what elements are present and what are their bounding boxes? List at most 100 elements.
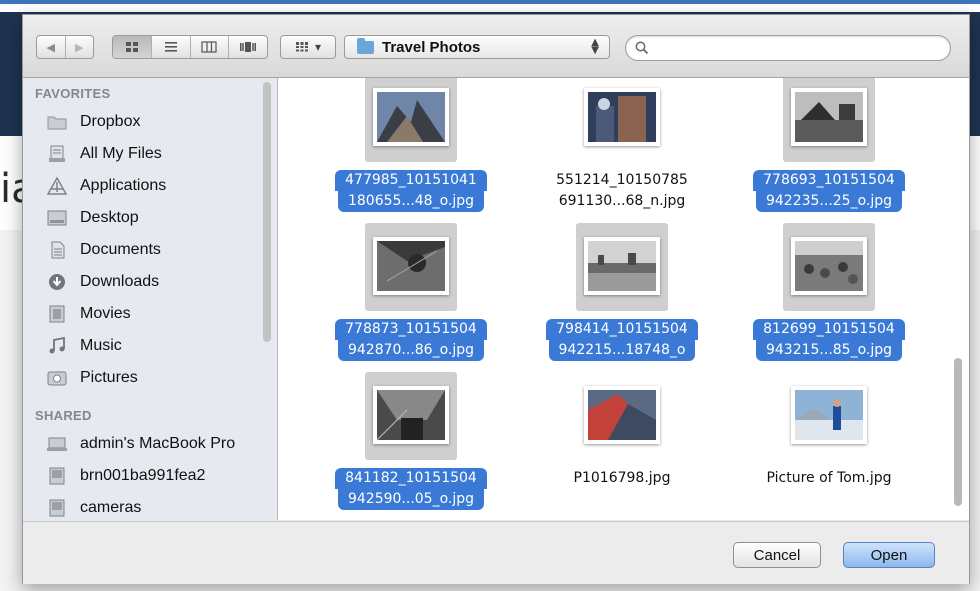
sidebar-item-desktop[interactable]: Desktop — [47, 204, 275, 232]
file-name-line: Picture of Tom.jpg — [766, 470, 892, 486]
forward-arrow-icon: ▶ — [75, 40, 84, 54]
shared-header: SHARED — [35, 408, 92, 423]
file-browser: 477985_10151041 180655...48_o.jpg 551214… — [278, 78, 969, 520]
downloads-icon — [47, 272, 67, 292]
file-name-line: 841182_10151504 — [335, 468, 487, 489]
forward-button[interactable]: ▶ — [66, 36, 94, 58]
network-device-icon — [47, 498, 67, 518]
list-view-button[interactable] — [152, 36, 191, 58]
arrange-button-face: ▾ — [281, 36, 335, 58]
sidebar-item-label: Music — [80, 337, 122, 354]
chevron-down-icon: ▾ — [314, 40, 322, 54]
sidebar-item-movies[interactable]: Movies — [47, 300, 275, 328]
photo-thumbnail — [373, 237, 449, 295]
view-mode-control — [112, 35, 268, 59]
icon-view-button[interactable] — [113, 36, 152, 58]
sidebar-item-documents[interactable]: Documents — [47, 236, 275, 264]
file-name-line: 943215...85_o.jpg — [755, 340, 903, 361]
pictures-icon — [47, 368, 67, 388]
music-icon — [47, 336, 67, 356]
list-view-icon — [164, 42, 177, 52]
sidebar-item-downloads[interactable]: Downloads — [47, 268, 275, 296]
file-name-line: 942590...05_o.jpg — [337, 489, 485, 510]
file-name: 778873_10151504 942870...86_o.jpg — [318, 319, 504, 361]
file-item[interactable]: 778873_10151504 942870...86_o.jpg — [318, 223, 504, 361]
photo-thumbnail — [584, 237, 660, 295]
sidebar-item-label: Pictures — [80, 369, 138, 386]
sidebar-item-music[interactable]: Music — [47, 332, 275, 360]
file-name-line: 778873_10151504 — [335, 319, 487, 340]
column-view-icon — [201, 41, 217, 53]
search-field[interactable] — [625, 35, 951, 61]
sidebar-item-label: Documents — [80, 241, 161, 258]
file-name: 778693_10151504 942235...25_o.jpg — [736, 170, 922, 212]
file-item[interactable]: 798414_10151504 942215...18748_o — [529, 223, 715, 361]
search-icon — [635, 41, 649, 55]
sidebar-item-label: Movies — [80, 305, 131, 322]
sidebar-scrollbar[interactable] — [263, 82, 271, 342]
file-name-line: 477985_10151041 — [335, 170, 487, 191]
arrange-menu-button[interactable]: ▾ — [280, 35, 336, 59]
file-name-line: P1016798.jpg — [573, 470, 671, 486]
sidebar-item-brn001ba991fea2[interactable]: brn001ba991fea2 — [47, 462, 275, 490]
file-item[interactable]: 841182_10151504 942590...05_o.jpg — [318, 372, 504, 510]
file-name: 812699_10151504 943215...85_o.jpg — [736, 319, 922, 361]
icon-view-icon — [125, 42, 138, 52]
sidebar: FAVORITES Dropbox All My Files Applicati… — [23, 78, 278, 520]
sidebar-item-label: admin's MacBook Pro — [80, 435, 236, 452]
file-name-line: 942235...25_o.jpg — [755, 191, 903, 212]
popup-stepper-icon: ▲ ▼ — [591, 37, 599, 56]
sidebar-item-label: Downloads — [80, 273, 160, 290]
sidebar-item-cameras[interactable]: cameras — [47, 494, 275, 520]
file-name: 798414_10151504 942215...18748_o — [529, 319, 715, 361]
file-name-line: 942870...86_o.jpg — [337, 340, 485, 361]
back-forward-control: ◀ ▶ — [36, 35, 94, 59]
cover-flow-view-button[interactable] — [229, 36, 267, 58]
sidebar-item-applications[interactable]: Applications — [47, 172, 275, 200]
file-item[interactable]: 551214_10150785 691130...68_n.jpg — [529, 78, 715, 212]
folder-icon — [47, 112, 67, 132]
arrange-grid-icon — [295, 42, 308, 52]
favorites-header: FAVORITES — [35, 86, 111, 101]
sidebar-item-label: Applications — [80, 177, 167, 194]
photo-thumbnail — [584, 386, 660, 444]
applications-icon — [47, 176, 67, 196]
photo-thumbnail — [791, 237, 867, 295]
back-button[interactable]: ◀ — [37, 36, 66, 58]
sidebar-item-label: All My Files — [80, 145, 162, 162]
file-area-scrollbar[interactable] — [954, 358, 962, 506]
file-item[interactable]: 778693_10151504 942235...25_o.jpg — [736, 78, 922, 212]
dialog-toolbar: ◀ ▶ ▾ Travel Photos ▲ ▼ — [23, 15, 969, 78]
background-top-line — [0, 0, 980, 4]
column-view-button[interactable] — [191, 36, 230, 58]
file-item[interactable]: 812699_10151504 943215...85_o.jpg — [736, 223, 922, 361]
file-name-line: 778693_10151504 — [753, 170, 905, 191]
file-name-line: 551214_10150785 — [556, 172, 688, 188]
sidebar-item-dropbox[interactable]: Dropbox — [47, 108, 275, 136]
all-files-icon — [47, 144, 67, 164]
sidebar-item-label: Dropbox — [80, 113, 141, 130]
photo-thumbnail — [791, 88, 867, 146]
sidebar-item-all-my-files[interactable]: All My Files — [47, 140, 275, 168]
open-button[interactable]: Open — [843, 542, 935, 568]
desktop-icon — [47, 208, 67, 228]
computer-icon — [47, 434, 67, 454]
sidebar-item-pictures[interactable]: Pictures — [47, 364, 275, 392]
photo-thumbnail — [373, 88, 449, 146]
file-name-line: 691130...68_n.jpg — [558, 193, 686, 209]
file-name: 477985_10151041 180655...48_o.jpg — [318, 170, 504, 212]
sidebar-item-admins-macbook-pro[interactable]: admin's MacBook Pro — [47, 430, 275, 458]
cancel-button[interactable]: Cancel — [733, 542, 821, 568]
file-name-line: 798414_10151504 — [546, 319, 698, 340]
photo-thumbnail — [791, 386, 867, 444]
file-name-line: 942215...18748_o — [548, 340, 696, 361]
file-name-line: 180655...48_o.jpg — [337, 191, 485, 212]
path-popup-button[interactable]: Travel Photos ▲ ▼ — [344, 35, 610, 59]
file-name-line: 812699_10151504 — [753, 319, 905, 340]
file-item[interactable]: Picture of Tom.jpg — [736, 372, 922, 510]
file-name: 841182_10151504 942590...05_o.jpg — [318, 468, 504, 510]
folder-icon — [357, 37, 374, 54]
file-item[interactable]: P1016798.jpg — [529, 372, 715, 510]
file-item[interactable]: 477985_10151041 180655...48_o.jpg — [318, 78, 504, 212]
sidebar-item-label: Desktop — [80, 209, 139, 226]
